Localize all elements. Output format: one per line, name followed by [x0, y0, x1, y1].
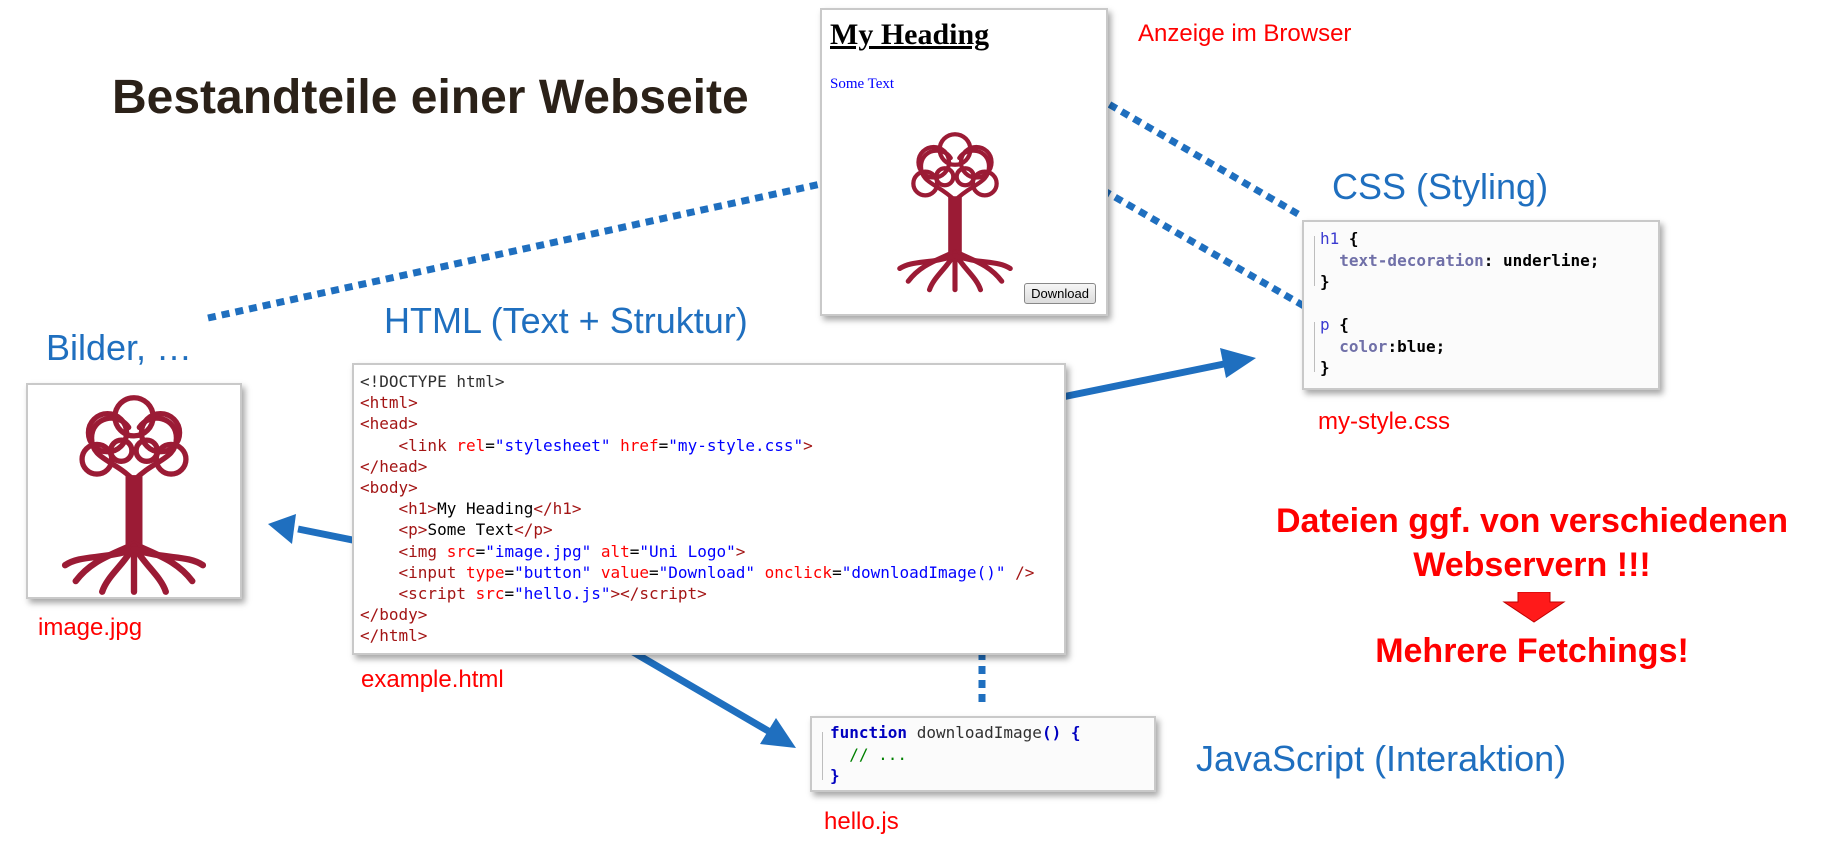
code-attr-onclick: onclick [764, 562, 833, 582]
html-section-label: HTML (Text + Struktur) [384, 300, 748, 341]
code-doctype: <!DOCTYPE html> [360, 372, 505, 391]
arrow-images-to-browser [207, 178, 831, 322]
code-attr-rel: rel [456, 435, 486, 455]
note-line-1: Dateien ggf. von verschiedenen [1275, 502, 1789, 540]
page-title: Bestandteile einer Webseite [112, 71, 749, 124]
note-line-3: Mehrere Fetchings! [1375, 632, 1689, 670]
code-val-onclick: "downloadImage()" [841, 562, 1006, 582]
tree-logo-icon [61, 395, 207, 595]
css-prop-text-decoration: text-decoration [1339, 250, 1484, 270]
code-val-href: "my-style.css" [668, 435, 804, 455]
image-preview-box [26, 383, 242, 599]
code-h1-text: My Heading [437, 499, 534, 519]
fold-gutter [822, 732, 827, 780]
html-filename: example.html [361, 666, 504, 693]
fold-gutter [1314, 322, 1319, 372]
js-code-box: function downloadImage() { // ... } [810, 716, 1156, 792]
code-val-type: "button" [514, 562, 592, 582]
js-function-name: downloadImage [916, 723, 1042, 742]
browser-preview-box: My Heading Some Text Download [820, 8, 1108, 316]
css-code-box: h1 { text-decoration: underline; } p { c… [1302, 220, 1660, 390]
css-section-label: CSS (Styling) [1332, 166, 1549, 207]
browser-caption: Anzeige im Browser [1138, 20, 1352, 47]
fold-gutter [1314, 236, 1319, 286]
css-val-blue: blue [1397, 336, 1436, 356]
images-section-label: Bilder, … [46, 327, 193, 368]
js-code: function downloadImage() { // ... } [830, 723, 1081, 785]
css-code: h1 { text-decoration: underline; } p { c… [1320, 229, 1600, 377]
image-filename: image.jpg [38, 614, 143, 641]
css-filename: my-style.css [1318, 408, 1450, 435]
html-code: <!DOCTYPE html> <html> <head> <link rel=… [360, 372, 1035, 646]
code-attr-src: src [446, 541, 476, 561]
note-line-2: Webservern !!! [1413, 546, 1651, 584]
browser-heading: My Heading [830, 18, 990, 51]
browser-text: Some Text [830, 76, 895, 92]
code-val-rel: "stylesheet" [494, 435, 611, 455]
code-val-value: "Download" [658, 562, 755, 582]
js-comment: // ... [849, 744, 908, 764]
code-attr-alt: alt [600, 541, 630, 561]
js-keyword-function: function [830, 723, 908, 742]
down-arrow-icon [1502, 592, 1566, 623]
code-attr-href: href [620, 435, 659, 455]
code-val-img-src: "image.jpg" [485, 541, 592, 561]
tree-logo-icon [897, 132, 1013, 293]
download-button[interactable]: Download [1024, 283, 1096, 304]
code-val-script-src: "hello.js" [514, 584, 611, 604]
js-filename: hello.js [824, 808, 899, 835]
html-code-box: <!DOCTYPE html> <html> <head> <link rel=… [352, 363, 1066, 655]
css-selector-h1: h1 [1320, 229, 1340, 248]
css-selector-p: p [1320, 315, 1330, 334]
code-val-alt: "Uni Logo" [639, 541, 736, 561]
css-val-underline: underline [1503, 250, 1590, 270]
js-section-label: JavaScript (Interaktion) [1196, 738, 1567, 779]
code-p-text: Some Text [427, 520, 515, 540]
css-prop-color: color [1339, 336, 1388, 356]
code-attr-type: type [465, 562, 505, 582]
code-attr-value: value [600, 562, 650, 582]
